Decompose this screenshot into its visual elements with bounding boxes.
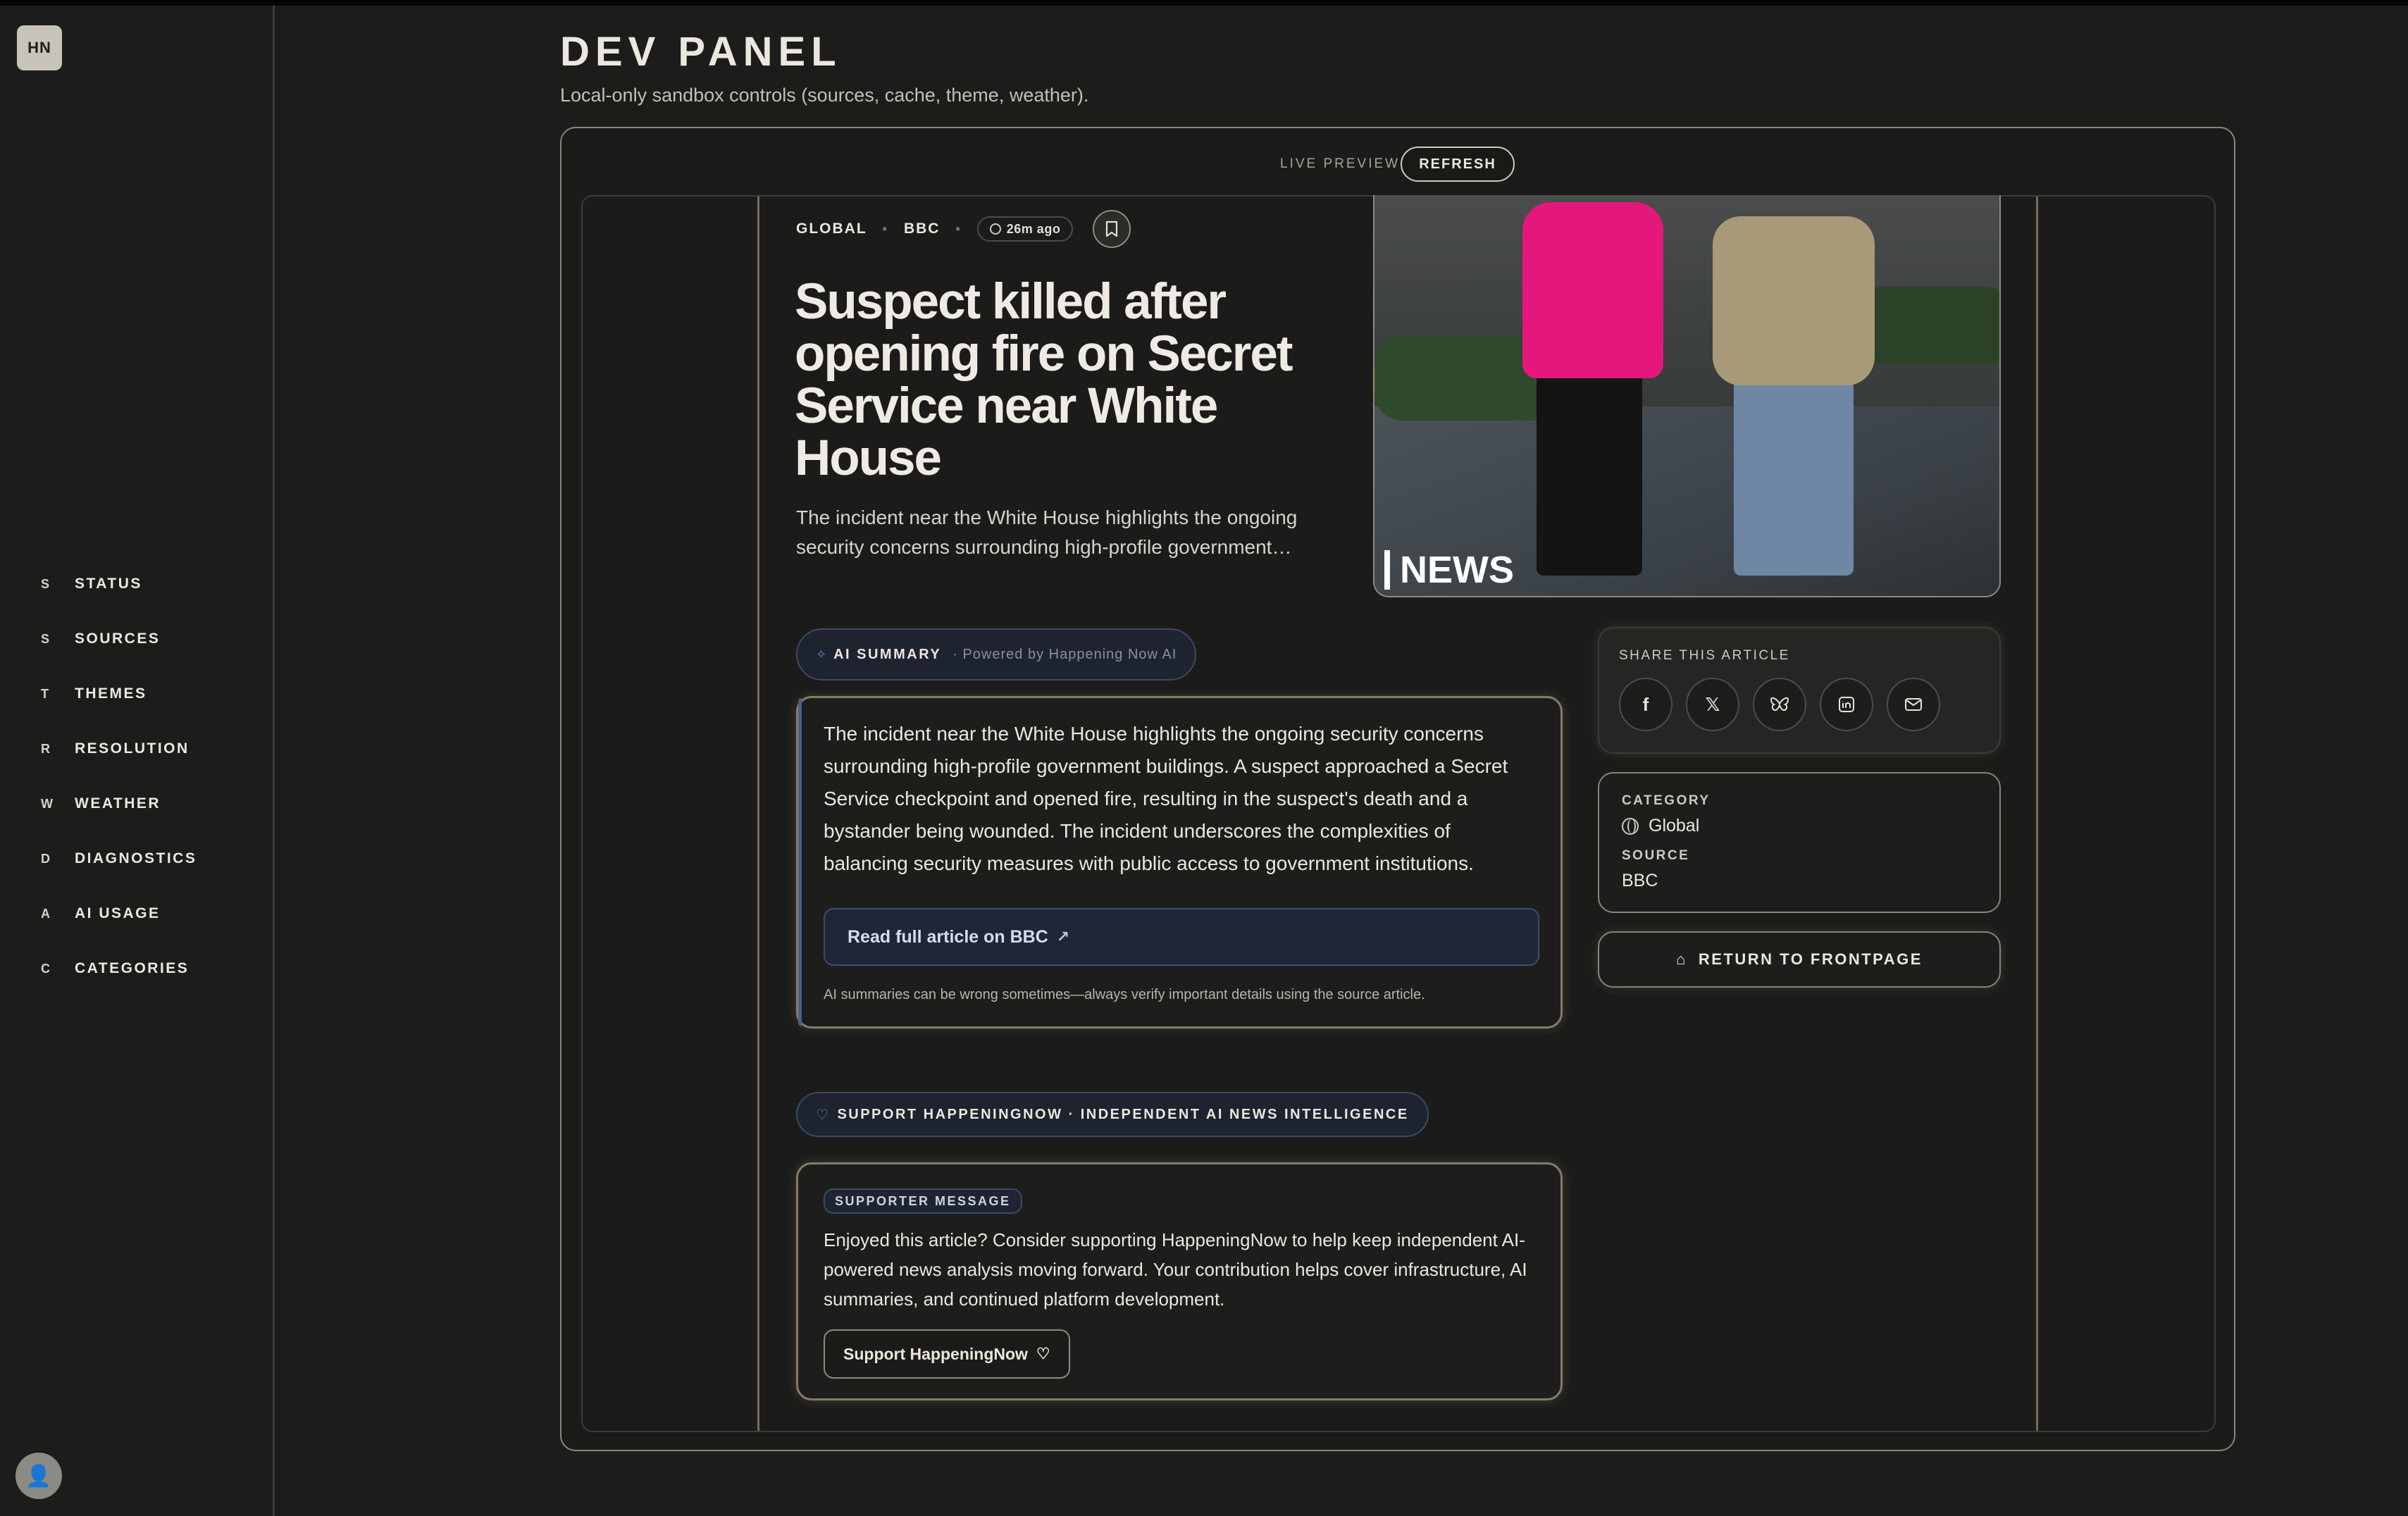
- sidebar-item-status[interactable]: S STATUS: [0, 557, 275, 611]
- live-preview-label: LIVE PREVIEW: [1280, 156, 1401, 171]
- page-subtitle: Local-only sandbox controls (sources, ca…: [560, 85, 1089, 106]
- sidebar-item-label: CATEGORIES: [75, 960, 190, 976]
- support-pill-text: SUPPORT HAPPENINGNOW · INDEPENDENT AI NE…: [837, 1106, 1409, 1122]
- card-accent: [798, 698, 802, 1026]
- butterfly-shape: [1770, 697, 1789, 712]
- linkedin-icon[interactable]: [1820, 678, 1873, 731]
- ai-summary-card: The incident near the White House highli…: [796, 696, 1563, 1029]
- article-info-card: CATEGORY Global SOURCE BBC: [1598, 772, 2001, 913]
- support-button[interactable]: Support HappeningNow ♡: [824, 1329, 1070, 1379]
- nav-key: C: [41, 961, 52, 976]
- page-title: DEV PANEL: [560, 29, 842, 75]
- separator-dot: •: [955, 221, 962, 236]
- article-hero-image: NEWS: [1373, 195, 2001, 597]
- supporter-card: SUPPORTER MESSAGE Enjoyed this article? …: [796, 1162, 1563, 1400]
- separator-dot: •: [882, 221, 888, 236]
- sidebar-item-diagnostics[interactable]: D DIAGNOSTICS: [0, 831, 275, 886]
- article-headline: Suspect killed after opening fire on Sec…: [795, 274, 1293, 486]
- user-avatar-icon[interactable]: 👤: [15, 1453, 62, 1499]
- source-value[interactable]: BBC: [1622, 871, 1658, 891]
- nav-key: D: [41, 851, 52, 866]
- sidebar-item-label: RESOLUTION: [75, 740, 190, 757]
- bookmark-icon: [1106, 220, 1118, 237]
- sidebar-item-label: DIAGNOSTICS: [75, 850, 197, 866]
- nav-key: T: [41, 686, 51, 701]
- image-figure: [1734, 364, 1854, 576]
- sidebar-item-ai-usage[interactable]: A AI USAGE: [0, 886, 275, 941]
- ai-summary-text: The incident near the White House highli…: [824, 723, 1508, 874]
- time-badge: 26m ago: [976, 216, 1074, 242]
- image-figure: [1522, 202, 1663, 378]
- category-tag[interactable]: GLOBAL: [796, 220, 867, 237]
- support-pill: ♡ SUPPORT HAPPENINGNOW · INDEPENDENT AI …: [796, 1092, 1429, 1137]
- sparkle-icon: ✧: [816, 647, 827, 661]
- sidebar-item-label: AI USAGE: [75, 905, 161, 921]
- nav-key: S: [41, 576, 51, 591]
- envelope-shape: [1905, 698, 1922, 711]
- sidebar-item-categories[interactable]: C CATEGORIES: [0, 941, 275, 996]
- source-label: SOURCE: [1622, 848, 1690, 863]
- image-bush: [1861, 287, 1999, 364]
- sidebar-item-label: STATUS: [75, 576, 142, 592]
- bookmark-button[interactable]: [1093, 210, 1131, 248]
- sidebar-nav: S STATUS S SOURCES T THEMES R RESOLUTION…: [0, 557, 275, 996]
- share-icons: f 𝕏: [1619, 678, 1954, 731]
- support-button-label: Support HappeningNow: [843, 1344, 1028, 1363]
- home-icon: ⌂: [1676, 950, 1687, 968]
- globe-icon: [1622, 817, 1639, 835]
- supporter-text: Enjoyed this article? Consider supportin…: [824, 1229, 1527, 1310]
- email-icon[interactable]: [1887, 678, 1940, 731]
- news-watermark: NEWS: [1384, 550, 1514, 590]
- sidebar-item-sources[interactable]: S SOURCES: [0, 611, 275, 666]
- category-value-row: Global: [1622, 816, 1699, 836]
- time-text: 26m ago: [1006, 221, 1061, 236]
- share-label: SHARE THIS ARTICLE: [1619, 648, 1790, 663]
- sidebar-item-label: WEATHER: [75, 795, 161, 812]
- category-label: CATEGORY: [1622, 793, 1711, 808]
- refresh-button[interactable]: REFRESH: [1401, 147, 1515, 182]
- category-value[interactable]: Global: [1649, 816, 1699, 836]
- sidebar: HN S STATUS S SOURCES T THEMES R RESOLUT…: [0, 6, 275, 1516]
- external-link-icon: ↗: [1056, 928, 1070, 945]
- source-tag[interactable]: BBC: [904, 220, 941, 237]
- facebook-icon[interactable]: f: [1619, 678, 1672, 731]
- powered-by: · Powered by Happening Now AI: [952, 646, 1177, 662]
- powered-by-text: Powered by Happening Now AI: [962, 646, 1177, 662]
- sidebar-item-label: THEMES: [75, 685, 147, 702]
- app-logo[interactable]: HN: [17, 25, 62, 70]
- nav-key: R: [41, 741, 52, 756]
- ai-disclaimer: AI summaries can be wrong sometimes—alwa…: [824, 987, 1425, 1002]
- return-label: RETURN TO FRONTPAGE: [1698, 950, 1923, 968]
- sidebar-item-themes[interactable]: T THEMES: [0, 666, 275, 721]
- supporter-badge: SUPPORTER MESSAGE: [824, 1188, 1022, 1214]
- sidebar-item-resolution[interactable]: R RESOLUTION: [0, 721, 275, 776]
- image-figure: [1713, 216, 1875, 385]
- article-meta: GLOBAL • BBC • 26m ago: [796, 210, 1131, 248]
- window-top-bar: [0, 0, 2408, 6]
- clock-icon: [989, 223, 1001, 235]
- nav-key: W: [41, 796, 55, 811]
- bluesky-icon[interactable]: [1753, 678, 1806, 731]
- sidebar-item-label: SOURCES: [75, 630, 161, 647]
- nav-key: A: [41, 906, 52, 921]
- x-icon[interactable]: 𝕏: [1686, 678, 1739, 731]
- ai-summary-title: AI SUMMARY: [833, 646, 942, 662]
- ai-summary-pill: ✧ AI SUMMARY · Powered by Happening Now …: [796, 628, 1197, 681]
- image-figure: [1537, 364, 1642, 576]
- article-dek: The incident near the White House highli…: [796, 507, 1298, 558]
- heart-icon: ♡: [1036, 1345, 1050, 1362]
- read-full-article-button[interactable]: Read full article on BBC ↗: [824, 908, 1539, 966]
- share-card: SHARE THIS ARTICLE f 𝕏: [1598, 627, 2001, 754]
- sidebar-item-weather[interactable]: W WEATHER: [0, 776, 275, 831]
- linkedin-shape: [1839, 697, 1854, 712]
- read-full-label: Read full article on BBC: [848, 926, 1048, 947]
- heart-icon: ♡: [816, 1107, 831, 1123]
- nav-key: S: [41, 631, 51, 646]
- return-to-frontpage-button[interactable]: ⌂ RETURN TO FRONTPAGE: [1598, 931, 2001, 988]
